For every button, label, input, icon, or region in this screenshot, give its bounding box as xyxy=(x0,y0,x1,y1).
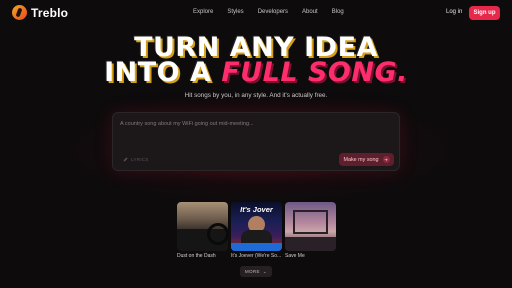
hero-subtitle: Hit songs by you, in any style. And it's… xyxy=(184,92,328,99)
more-button[interactable]: MORE ⌄ xyxy=(240,266,272,277)
window-shape xyxy=(293,210,328,234)
nav-links: Explore Styles Developers About Blog xyxy=(193,9,358,15)
make-song-label: Make my song xyxy=(343,156,379,163)
song-card-title[interactable]: Save Me xyxy=(285,253,305,259)
make-song-button[interactable]: Make my song ➜ xyxy=(339,153,394,166)
lyrics-label: LYRICS xyxy=(131,157,149,162)
song-card-art[interactable]: It's Jover xyxy=(231,202,282,251)
chevron-down-icon: ⌄ xyxy=(262,268,268,274)
nav-link-explore[interactable]: Explore xyxy=(193,9,213,15)
brand-name: Treblo xyxy=(31,5,69,20)
brand-logo[interactable]: Treblo xyxy=(12,5,68,20)
login-link[interactable]: Log in xyxy=(446,9,462,15)
dj-desk-shape xyxy=(231,243,282,251)
bed-shape xyxy=(285,237,336,251)
hero-headline-line2: INTO A FULL SONG. xyxy=(0,57,512,88)
nav-link-developers[interactable]: Developers xyxy=(258,9,288,15)
treblo-logo-icon xyxy=(12,5,27,20)
arrow-right-icon: ➜ xyxy=(382,156,390,163)
lyrics-toggle[interactable]: LYRICS xyxy=(123,157,149,162)
nav-link-blog[interactable]: Blog xyxy=(332,9,344,15)
steering-wheel-shape xyxy=(207,223,228,245)
prompt-placeholder: A country song about my WiFi going out m… xyxy=(120,121,254,127)
album-art-text: It's Jover xyxy=(240,205,273,214)
song-card-title[interactable]: Dust on the Dash xyxy=(177,253,216,259)
hero-headline-accent: FULL SONG. xyxy=(221,57,408,88)
more-label: MORE xyxy=(244,269,260,274)
performer-body-shape xyxy=(241,230,272,244)
song-card-art[interactable] xyxy=(177,202,228,251)
song-prompt-input[interactable]: A country song about my WiFi going out m… xyxy=(112,112,400,171)
song-card-art[interactable] xyxy=(285,202,336,251)
song-card-title[interactable]: It's Joever (We're So... xyxy=(231,253,281,259)
top-navbar: Treblo Explore Styles Developers About B… xyxy=(0,0,512,26)
pencil-icon xyxy=(123,157,128,162)
hero-headline-prefix: INTO A xyxy=(104,57,222,88)
nav-link-styles[interactable]: Styles xyxy=(227,9,243,15)
signup-button[interactable]: Sign up xyxy=(469,6,500,20)
nav-link-about[interactable]: About xyxy=(302,9,318,15)
